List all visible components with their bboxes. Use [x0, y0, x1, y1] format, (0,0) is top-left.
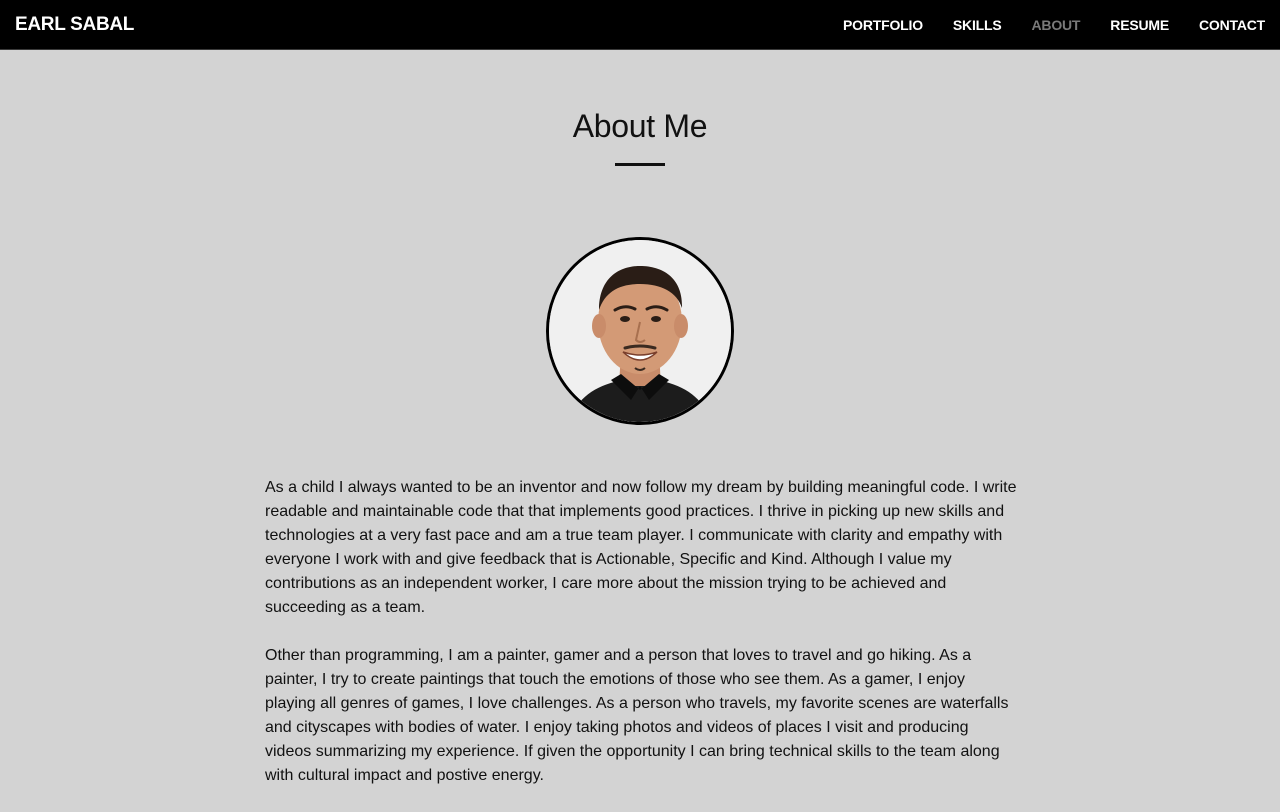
- title-underline-divider: [615, 163, 665, 166]
- brand-logo-link[interactable]: EARL SABAL: [15, 14, 134, 36]
- main-nav: PORTFOLIO SKILLS ABOUT RESUME CONTACT: [813, 17, 1265, 33]
- about-bio: As a child I always wanted to be an inve…: [265, 476, 1017, 812]
- profile-photo: [546, 237, 734, 425]
- nav-skills-link[interactable]: SKILLS: [953, 17, 1002, 33]
- nav-portfolio-link[interactable]: PORTFOLIO: [843, 17, 923, 33]
- top-navigation-bar: EARL SABAL PORTFOLIO SKILLS ABOUT RESUME…: [0, 0, 1280, 50]
- nav-contact-link[interactable]: CONTACT: [1199, 17, 1265, 33]
- bio-paragraph: As a child I always wanted to be an inve…: [265, 479, 1017, 616]
- page-title: About Me: [572, 108, 708, 144]
- nav-resume-link[interactable]: RESUME: [1110, 17, 1169, 33]
- nav-about-link[interactable]: ABOUT: [1032, 17, 1081, 33]
- bio-paragraph: Other than programming, I am a painter, …: [265, 647, 1009, 784]
- profile-photo-illustration: [549, 240, 731, 422]
